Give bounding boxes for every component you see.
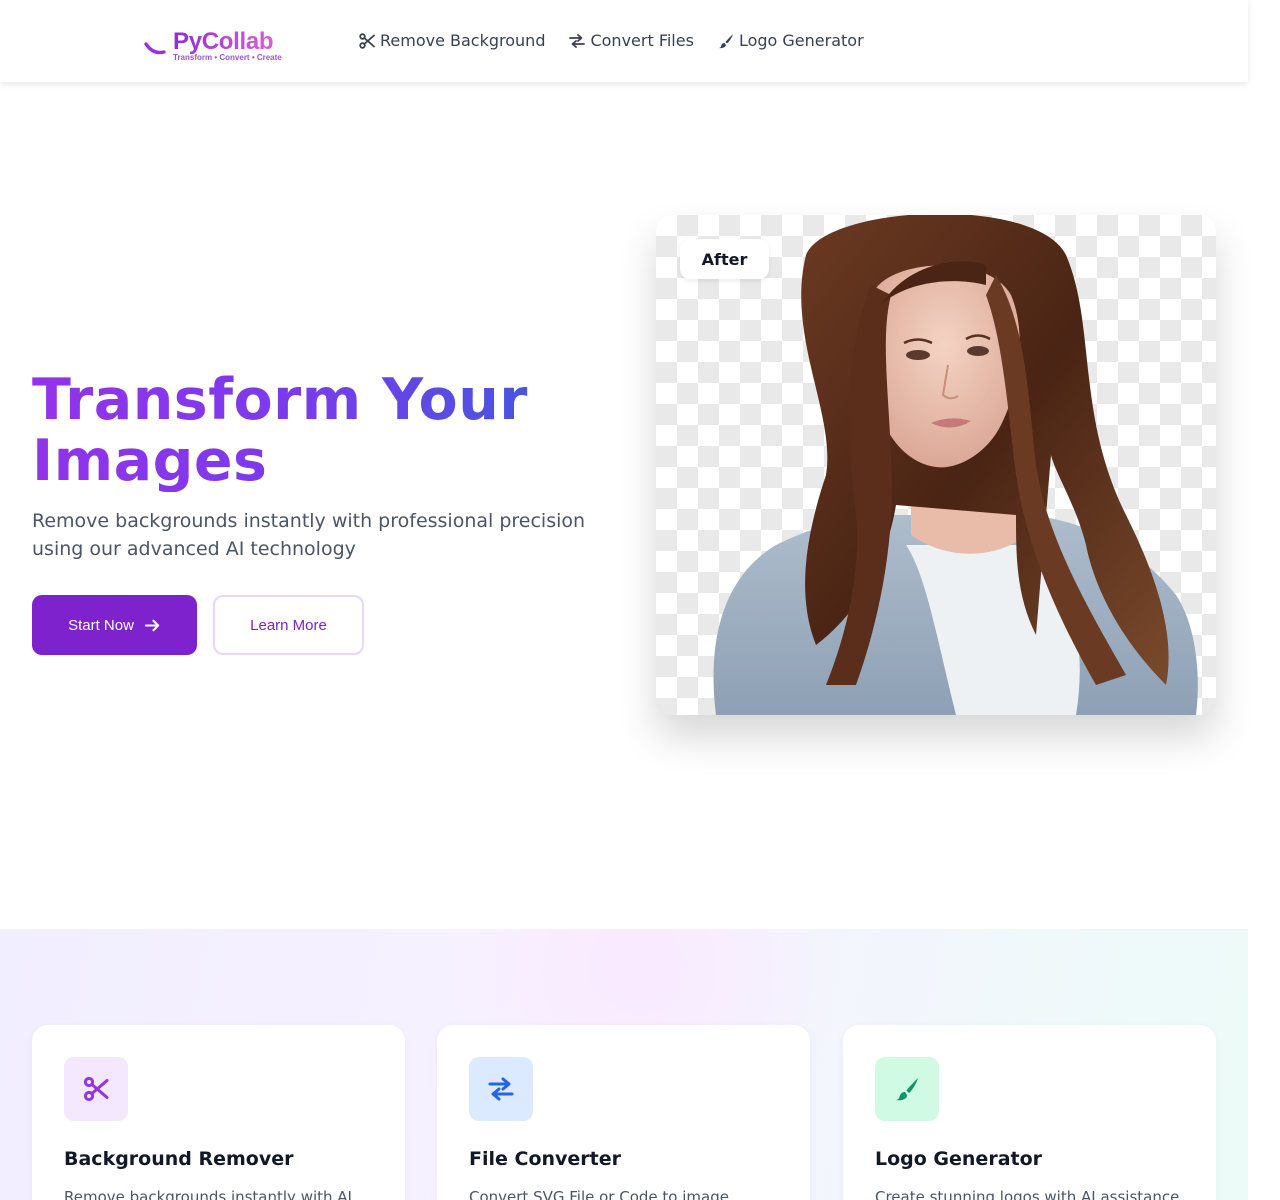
nav-item-logo-generator[interactable]: Logo Generator <box>718 30 864 52</box>
learn-more-label: Learn More <box>250 616 327 634</box>
feature-card-file-converter[interactable]: File Converter Convert SVG File or Code … <box>437 1025 810 1200</box>
nav-label: Logo Generator <box>738 31 864 50</box>
site-header: PyCollab Transform • Convert • Create Re… <box>0 0 1248 82</box>
brand-tagline: Transform • Convert • Create <box>173 53 282 62</box>
features-section: Background Remover Remove backgrounds in… <box>0 929 1248 1200</box>
feature-description: Remove backgrounds instantly with AI <box>64 1188 352 1200</box>
scissors-icon <box>359 33 375 49</box>
hero-title: Transform Your Images <box>32 370 592 492</box>
paintbrush-icon <box>896 1078 918 1101</box>
feature-description: Convert SVG File or Code to image <box>469 1188 729 1200</box>
feature-title: Background Remover <box>64 1148 294 1170</box>
exchange-icon <box>488 1077 514 1101</box>
woman-portrait-image <box>713 215 1198 715</box>
feature-icon-box <box>469 1057 533 1121</box>
nav-label: Convert Files <box>590 31 694 50</box>
scissors-icon <box>83 1076 109 1102</box>
feature-title: Logo Generator <box>875 1148 1043 1170</box>
brand-logo[interactable]: PyCollab Transform • Convert • Create <box>144 28 294 64</box>
after-badge: After <box>680 239 769 279</box>
logo-swoosh-icon <box>144 42 166 55</box>
feature-description: Create stunning logos with AI assistance <box>875 1188 1180 1200</box>
after-preview-image: After <box>656 215 1216 715</box>
arrow-right-icon <box>144 619 160 631</box>
nav-item-convert-files[interactable]: Convert Files <box>569 30 694 52</box>
exchange-icon <box>569 34 586 48</box>
feature-icon-box <box>64 1057 128 1121</box>
feature-icon-box <box>875 1057 939 1121</box>
main-nav: Remove Background Convert Files Logo Gen… <box>359 30 864 52</box>
brand-name: PyCollab <box>173 28 274 55</box>
start-now-label: Start Now <box>68 616 134 634</box>
paintbrush-icon <box>718 34 733 49</box>
nav-item-remove-background[interactable]: Remove Background <box>359 30 545 52</box>
learn-more-button[interactable]: Learn More <box>213 595 364 655</box>
start-now-button[interactable]: Start Now <box>32 595 197 655</box>
hero-subtitle: Remove backgrounds instantly with profes… <box>32 510 586 560</box>
feature-title: File Converter <box>469 1148 622 1170</box>
feature-card-logo-generator[interactable]: Logo Generator Create stunning logos wit… <box>843 1025 1216 1200</box>
nav-label: Remove Background <box>380 31 546 50</box>
feature-card-background-remover[interactable]: Background Remover Remove backgrounds in… <box>32 1025 405 1200</box>
